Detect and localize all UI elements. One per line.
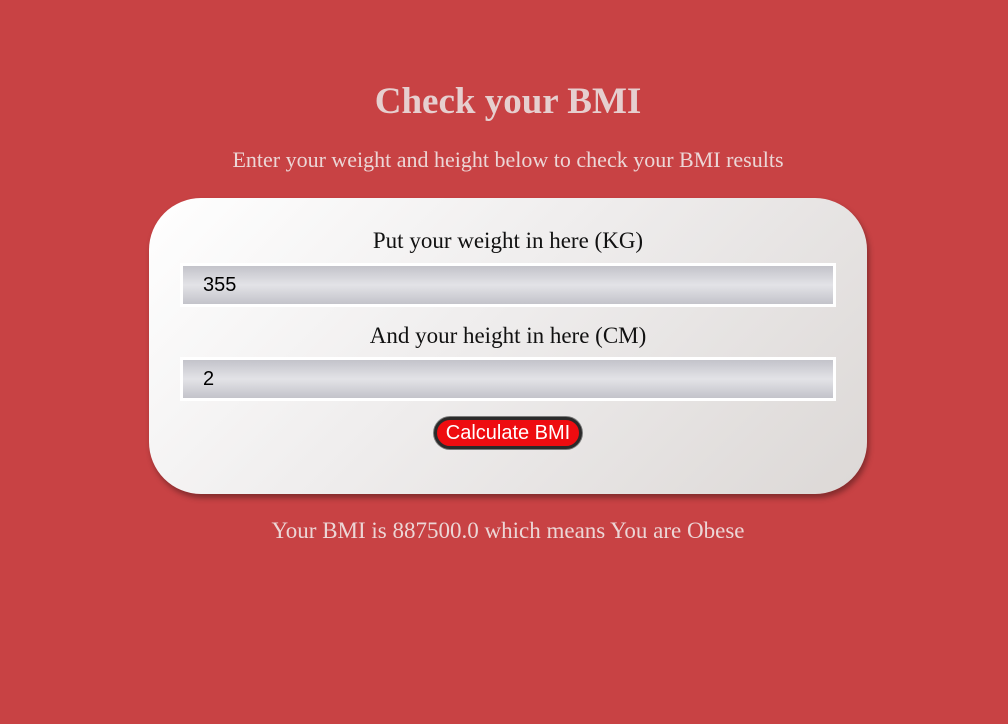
weight-input[interactable] bbox=[180, 263, 836, 307]
weight-label: Put your weight in here (KG) bbox=[372, 228, 644, 253]
height-label: And your height in here (CM) bbox=[369, 323, 647, 348]
page: Check your BMI Enter your weight and hei… bbox=[0, 0, 1008, 724]
bmi-form-card: Put your weight in here (KG) And your he… bbox=[149, 198, 867, 494]
height-input[interactable] bbox=[180, 357, 836, 401]
page-title: Check your BMI bbox=[374, 81, 642, 122]
calculate-bmi-button[interactable]: Calculate BMI bbox=[434, 417, 582, 449]
page-subtitle: Enter your weight and height below to ch… bbox=[232, 147, 784, 172]
bmi-result-text: Your BMI is 887500.0 which means You are… bbox=[271, 518, 745, 543]
